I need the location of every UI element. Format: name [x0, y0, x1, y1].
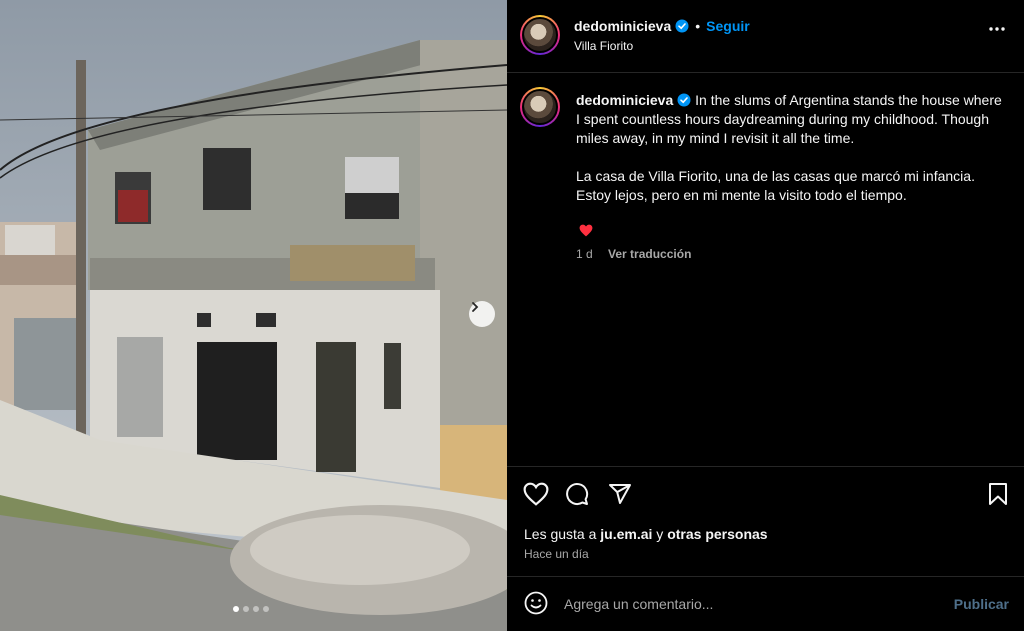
timestamp: 1 d [576, 247, 593, 261]
action-bar: Les gusta a ju.em.ai y otras personas Ha… [507, 466, 1024, 576]
post-date: Hace un día [524, 547, 589, 561]
location-link[interactable]: Villa Fiorito [574, 39, 633, 53]
carousel-dot-active [233, 606, 239, 612]
comment-box: Publicar [507, 576, 1024, 631]
caption-meta: 1 d Ver traducción [576, 247, 691, 261]
verified-badge-icon [675, 19, 689, 33]
carousel-dot [253, 606, 259, 612]
header-user-line: dedominicieva • Seguir [574, 18, 750, 34]
carousel-next-button[interactable] [469, 301, 495, 327]
carousel-indicator [233, 606, 269, 612]
publish-button[interactable]: Publicar [954, 596, 1009, 612]
bookmark-icon[interactable] [987, 482, 1009, 506]
likes-others-link[interactable]: otras personas [667, 526, 767, 542]
likes-middle: y [652, 526, 668, 542]
verified-badge-icon [677, 93, 691, 107]
smiley-face-icon[interactable] [524, 591, 548, 615]
chevron-right-icon [472, 302, 479, 312]
street-view-house-image [0, 0, 507, 631]
likes-prefix: Les gusta a [524, 526, 601, 542]
separator-dot: • [695, 18, 701, 34]
comment-input[interactable] [564, 593, 944, 615]
caption-section: dedominicieva In the slums of Argentina … [507, 73, 1024, 466]
post-header: dedominicieva • Seguir Villa Fiorito [507, 0, 1024, 73]
carousel-dot [243, 606, 249, 612]
caption-text: dedominicieva In the slums of Argentina … [576, 91, 1006, 224]
username-link[interactable]: dedominicieva [574, 18, 671, 34]
post-photo [0, 0, 507, 631]
more-options-icon[interactable] [988, 26, 1006, 32]
caption-avatar[interactable] [520, 87, 560, 127]
send-paper-plane-icon[interactable] [608, 482, 632, 506]
heart-icon[interactable] [523, 482, 549, 506]
follow-button[interactable]: Seguir [706, 18, 750, 34]
avatar[interactable] [520, 15, 560, 55]
heart-emoji-icon [579, 224, 593, 237]
likes-summary: Les gusta a ju.em.ai y otras personas [524, 526, 768, 542]
post-side-panel: dedominicieva • Seguir Villa Fiorito dedo… [507, 0, 1024, 631]
caption-spanish: La casa de Villa Fiorito, una de las cas… [576, 168, 975, 203]
caption-username-link[interactable]: dedominicieva [576, 92, 673, 108]
liker-username-link[interactable]: ju.em.ai [600, 526, 652, 542]
comment-bubble-icon[interactable] [565, 482, 589, 506]
see-translation-link[interactable]: Ver traducción [608, 247, 691, 261]
carousel-dot [263, 606, 269, 612]
